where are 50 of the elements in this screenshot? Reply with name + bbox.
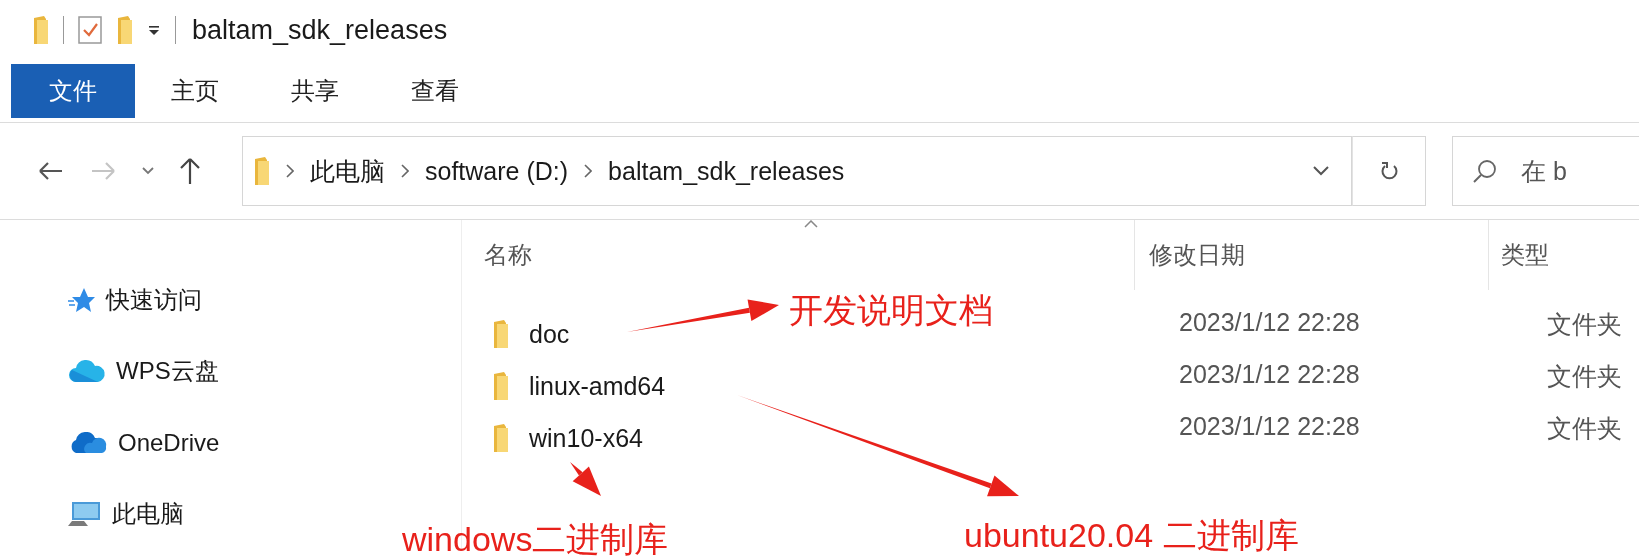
- properties-icon[interactable]: [78, 16, 102, 44]
- breadcrumb-item[interactable]: baltam_sdk_releases: [608, 156, 845, 186]
- folder-icon: [32, 15, 49, 45]
- window-title: baltam_sdk_releases: [192, 14, 448, 46]
- modified-date: 2023/1/12 22:28: [1178, 412, 1361, 442]
- dropdown-icon[interactable]: [1313, 166, 1329, 176]
- chevron-right-icon[interactable]: [286, 164, 294, 178]
- file-type: 文件夹: [1546, 309, 1623, 340]
- file-type: 文件夹: [1546, 413, 1623, 444]
- folder-icon: [253, 156, 270, 186]
- ribbon-tab[interactable]: 文件: [11, 64, 135, 118]
- column-header[interactable]: 修改日期: [1134, 220, 1488, 290]
- refresh-icon: [1379, 160, 1399, 182]
- file-name[interactable]: linux-amd64: [529, 371, 666, 401]
- folder-icon: [492, 371, 509, 401]
- address-bar[interactable]: 此电脑 software (D:) baltam_sdk_releases: [242, 136, 1352, 206]
- customize-toolbar-icon[interactable]: [147, 23, 161, 37]
- sidebar-item[interactable]: 此电脑: [68, 478, 184, 550]
- ribbon-tab[interactable]: 共享: [255, 64, 375, 118]
- folder-icon: [116, 15, 133, 45]
- column-header[interactable]: 名称: [462, 220, 1134, 290]
- breadcrumb-item[interactable]: 此电脑: [310, 154, 385, 188]
- cloud-icon: [68, 359, 106, 384]
- search-icon: [1472, 158, 1498, 184]
- annotation-label: ubuntu20.04 二进制库: [964, 515, 1299, 556]
- annotation-label: windows二进制库: [402, 519, 669, 559]
- column-header[interactable]: 类型: [1488, 220, 1639, 290]
- breadcrumb-item[interactable]: software (D:): [425, 156, 569, 186]
- star-icon: [68, 286, 96, 313]
- folder-icon: [492, 319, 509, 349]
- sidebar-item[interactable]: OneDrive: [68, 407, 220, 479]
- search-field[interactable]: 在 b: [1452, 136, 1639, 206]
- ribbon-tab[interactable]: 主页: [135, 64, 255, 118]
- arrow: [570, 462, 601, 496]
- computer-icon: [68, 500, 102, 529]
- modified-date: 2023/1/12 22:28: [1178, 308, 1361, 338]
- annotation-label: 开发说明文档: [789, 290, 993, 331]
- back-icon[interactable]: [38, 161, 64, 181]
- sidebar-item[interactable]: WPS云盘: [68, 335, 219, 407]
- up-icon[interactable]: [180, 157, 200, 185]
- chevron-right-icon[interactable]: [584, 164, 593, 178]
- file-name[interactable]: win10-x64: [529, 423, 643, 453]
- folder-icon: [492, 423, 509, 453]
- file-type: 文件夹: [1546, 361, 1623, 392]
- chevron-down-icon[interactable]: [142, 167, 154, 175]
- ribbon-tab[interactable]: 查看: [375, 64, 495, 118]
- modified-date: 2023/1/12 22:28: [1178, 360, 1361, 390]
- chevron-right-icon[interactable]: [401, 164, 409, 178]
- sidebar-item[interactable]: 快速访问: [68, 264, 202, 336]
- file-name[interactable]: doc: [529, 319, 570, 349]
